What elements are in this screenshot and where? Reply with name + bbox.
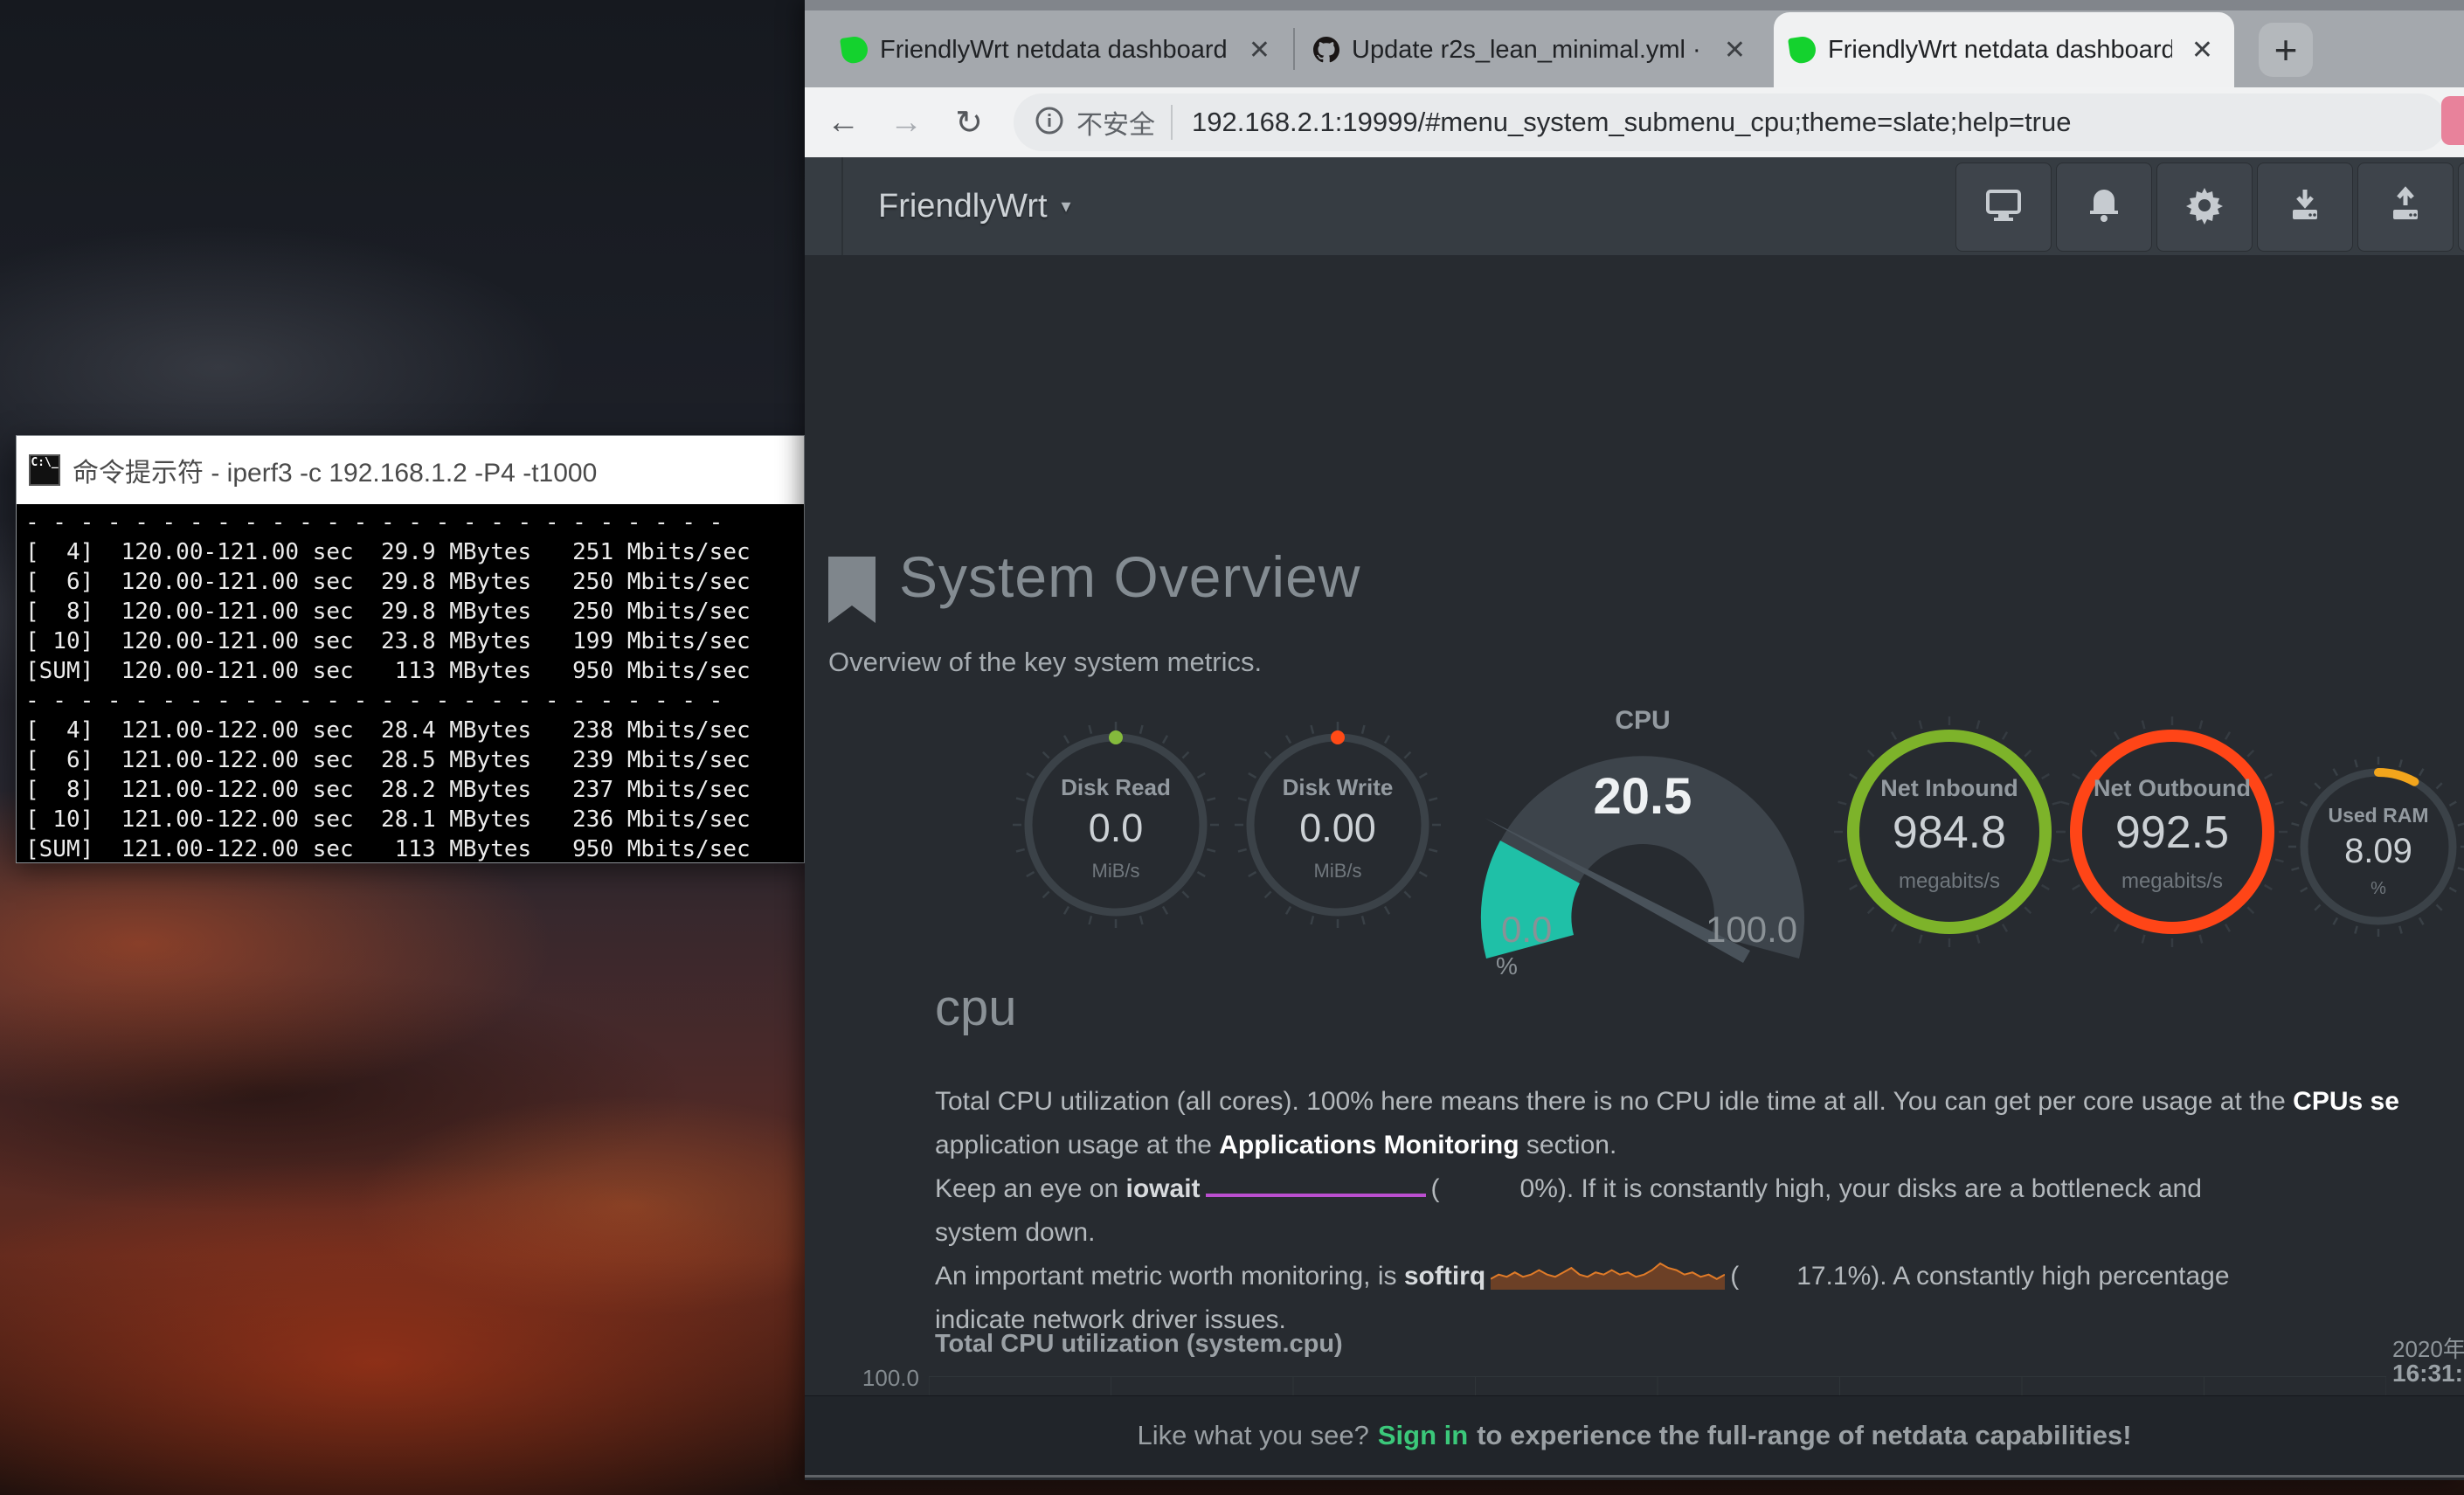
upload-icon xyxy=(2386,186,2425,229)
browser-toolbar: ← → ↻ 不安全 192.168.2.1:19999/#menu_system… xyxy=(805,87,2464,157)
tab-divider xyxy=(1293,28,1295,70)
omnibox-divider xyxy=(1171,105,1173,140)
netdata-favicon xyxy=(1788,35,1817,65)
upload-button[interactable] xyxy=(2357,163,2454,252)
tab-close-icon[interactable]: ✕ xyxy=(1719,35,1751,66)
tab-close-icon[interactable]: ✕ xyxy=(2186,35,2218,66)
cpu-paragraph-4: system down. xyxy=(935,1218,2464,1248)
monitor-icon xyxy=(1984,187,2023,228)
gauge-net-inbound[interactable]: Net Inbound984.8megabits/s xyxy=(1831,714,2067,950)
tab-strip: FriendlyWrt netdata dashboard✕Update r2s… xyxy=(805,0,2464,87)
site-info-icon[interactable] xyxy=(1035,106,1064,140)
tab-title: Update r2s_lean_minimal.yml · k xyxy=(1352,36,1705,65)
iowait-label: iowait xyxy=(1126,1174,1201,1203)
cpu-paragraph-2: application usage at the Applications Mo… xyxy=(935,1131,2464,1160)
bookmark-icon xyxy=(825,555,879,631)
page-subtitle: Overview of the key system metrics. xyxy=(828,647,1262,678)
url-text[interactable]: 192.168.2.1:19999/#menu_system_submenu_c… xyxy=(1192,107,2072,138)
bell-icon xyxy=(2087,186,2121,229)
terminal-output: - - - - - - - - - - - - - - - - - - - - … xyxy=(17,504,804,862)
browser-window: FriendlyWrt netdata dashboard✕Update r2s… xyxy=(805,0,2464,1480)
monitor-button[interactable] xyxy=(1955,163,2052,252)
softirq-sparkline xyxy=(1491,1260,1725,1291)
security-label[interactable]: 不安全 xyxy=(1076,103,1155,142)
iowait-sparkline xyxy=(1206,1174,1426,1197)
section-heading-cpu: cpu xyxy=(935,979,1017,1037)
browser-tab-3[interactable]: FriendlyWrt netdata dashboard ✕ xyxy=(1774,12,2234,87)
softirq-label: softirq xyxy=(1404,1262,1485,1291)
toolbar-edge-icon[interactable] xyxy=(2441,96,2464,145)
banner-pre: Like what you see? xyxy=(1137,1420,1368,1451)
back-button[interactable]: ← xyxy=(819,98,868,147)
gauge-net-outbound[interactable]: Net Outbound992.5megabits/s xyxy=(2054,714,2290,950)
gear-button[interactable] xyxy=(2156,163,2253,252)
cpus-link[interactable]: CPUs se xyxy=(2293,1087,2399,1116)
terminal-titlebar[interactable]: C:\_ 命令提示符 - iperf3 -c 192.168.1.2 -P4 -… xyxy=(17,436,804,504)
cpu-paragraph-5: An important metric worth monitoring, is… xyxy=(935,1260,2464,1291)
host-name: FriendlyWrt xyxy=(878,188,1048,225)
host-dropdown[interactable]: FriendlyWrt ▾ xyxy=(878,157,1071,255)
browser-tab-2[interactable]: Update r2s_lean_minimal.yml · k ✕ xyxy=(1298,12,1767,87)
chevron-down-icon: ▾ xyxy=(1062,195,1071,218)
terminal-title: 命令提示符 - iperf3 -c 192.168.1.2 -P4 -t1000 xyxy=(73,451,597,489)
cmd-icon: C:\_ xyxy=(29,454,60,486)
new-tab-button[interactable]: + xyxy=(2259,23,2313,77)
tab-title: FriendlyWrt netdata dashboard xyxy=(1828,36,2172,65)
download-button[interactable] xyxy=(2257,163,2353,252)
gauge-disk-read[interactable]: Disk Read0.0MiB/s xyxy=(1011,720,1221,930)
gauge-cpu[interactable]: CPU20.50.0100.0% xyxy=(1468,699,1817,979)
tab-title: FriendlyWrt netdata dashboard xyxy=(880,36,1229,65)
header-divider xyxy=(841,157,843,255)
netdata-header: FriendlyWrt ▾ xyxy=(805,157,2464,257)
browser-tab-1[interactable]: FriendlyWrt netdata dashboard ✕ xyxy=(826,12,1291,87)
gauge-disk-write[interactable]: Disk Write0.00MiB/s xyxy=(1233,720,1443,930)
bell-button[interactable] xyxy=(2056,163,2152,252)
netdata-main: System Overview Overview of the key syst… xyxy=(805,255,2464,1395)
chart-title: Total CPU utilization (system.cpu) xyxy=(935,1330,1343,1359)
signin-banner: Like what you see? Sign in to experience… xyxy=(805,1395,2464,1478)
gauge-used-ram[interactable]: Used RAM8.09% xyxy=(2287,755,2464,944)
screen: C:\_ 命令提示符 - iperf3 -c 192.168.1.2 -P4 -… xyxy=(0,0,2464,1495)
tab-close-icon[interactable]: ✕ xyxy=(1243,35,1276,66)
download-icon xyxy=(2286,186,2324,229)
y-axis-tick: 100.0 xyxy=(845,1365,919,1392)
terminal-window[interactable]: C:\_ 命令提示符 - iperf3 -c 192.168.1.2 -P4 -… xyxy=(16,435,805,863)
chart-time: 16:31:2 xyxy=(2392,1360,2464,1388)
github-favicon xyxy=(1313,37,1339,63)
address-bar[interactable]: 不安全 192.168.2.1:19999/#menu_system_subme… xyxy=(1014,93,2447,151)
banner-post: to experience the full-range of netdata … xyxy=(1477,1420,2131,1451)
sign-in-link[interactable]: Sign in xyxy=(1378,1420,1468,1451)
forward-button[interactable]: → xyxy=(882,98,931,147)
clipped-header-button xyxy=(2458,163,2464,252)
cpu-paragraph-1: Total CPU utilization (all cores). 100% … xyxy=(935,1087,2464,1117)
reload-button[interactable]: ↻ xyxy=(945,98,993,147)
netdata-favicon xyxy=(840,35,869,65)
applications-monitoring-link[interactable]: Applications Monitoring xyxy=(1219,1131,1519,1159)
page-title: System Overview xyxy=(899,543,1360,610)
cpu-chart[interactable] xyxy=(929,1376,2386,1395)
cpu-paragraph-3: Keep an eye on iowait(0%). If it is cons… xyxy=(935,1174,2464,1204)
gear-icon xyxy=(2185,186,2224,229)
